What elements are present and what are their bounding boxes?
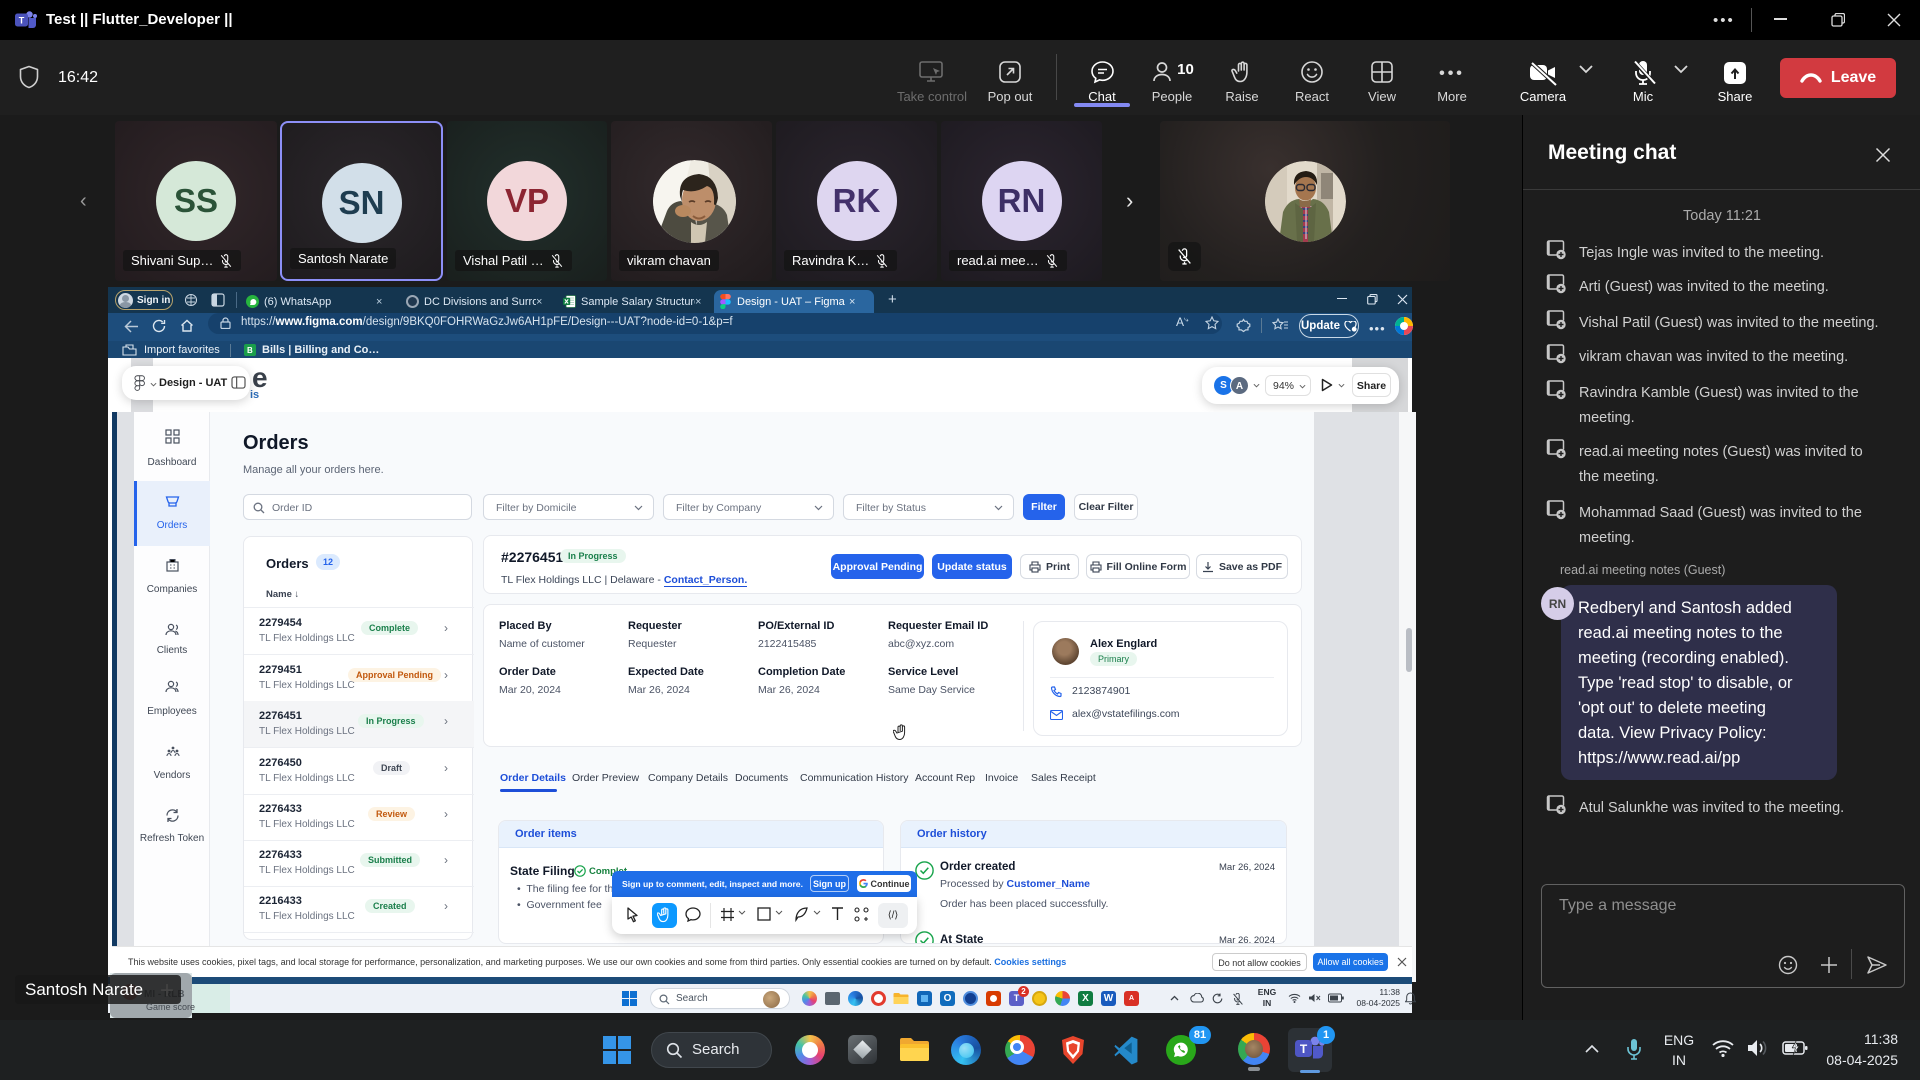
svg-text:T: T xyxy=(19,16,25,26)
svg-text:T: T xyxy=(1300,1042,1308,1056)
